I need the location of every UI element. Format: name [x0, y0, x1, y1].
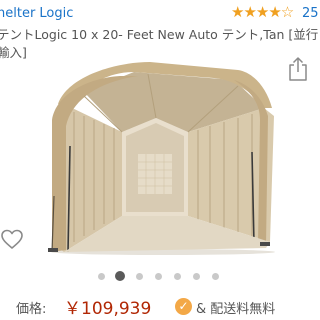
- heart-outline-icon[interactable]: [0, 228, 24, 250]
- prime-check-icon: ✓: [175, 298, 192, 315]
- pager-dot[interactable]: [173, 273, 181, 280]
- pager-dot[interactable]: [192, 273, 200, 280]
- pager-dot[interactable]: [211, 273, 219, 280]
- product-detail-screen: helter Logic ★★★★☆ 25 テントLogic 10 x 20- …: [0, 0, 320, 320]
- prime-check-symbol: ✓: [175, 298, 192, 315]
- price-row: 価格: ￥109,939 ✓ & 配送料無料: [0, 293, 320, 319]
- pager-dot[interactable]: [135, 273, 143, 280]
- price-label: 価格:: [16, 302, 47, 317]
- rating-stars[interactable]: ★★★★☆: [231, 3, 294, 21]
- brand-rating-row: helter Logic ★★★★☆ 25: [0, 3, 320, 24]
- pager-dot[interactable]: [97, 273, 105, 280]
- free-shipping-text: & 配送料無料: [196, 302, 276, 317]
- share-icon[interactable]: [286, 56, 310, 82]
- pager-dot[interactable]: [154, 273, 162, 280]
- review-count-link[interactable]: 25: [302, 6, 319, 21]
- product-image-tent[interactable]: [38, 56, 276, 256]
- brand-link[interactable]: helter Logic: [0, 6, 73, 21]
- image-pager[interactable]: [96, 270, 226, 284]
- price-value: ￥109,939: [64, 299, 152, 319]
- product-title-line-1: テントLogic 10 x 20- Feet New Auto テント,Tan …: [0, 27, 319, 42]
- pager-dot[interactable]: [115, 271, 125, 281]
